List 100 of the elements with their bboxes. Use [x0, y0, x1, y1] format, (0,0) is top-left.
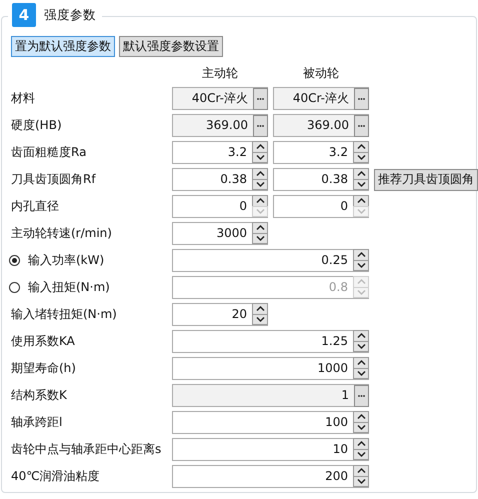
spin-down-button[interactable]: [252, 314, 268, 325]
picker-field[interactable]: 40Cr-淬火: [172, 87, 268, 110]
number-field[interactable]: 10: [172, 438, 369, 461]
field-label: 齿面粗糙度Ra: [11, 144, 88, 161]
picker-field[interactable]: 369.00: [273, 114, 369, 137]
number-field[interactable]: 1000: [172, 357, 369, 380]
spin-up-button[interactable]: [353, 357, 369, 368]
spin-down-button[interactable]: [353, 422, 369, 433]
spin-up-button[interactable]: [353, 330, 369, 342]
chevron-up-icon: [356, 171, 366, 176]
column-header: 被动轮: [302, 65, 340, 82]
spin-up-button[interactable]: [252, 303, 268, 314]
chevron-up-icon: [356, 360, 366, 366]
chevron-up-icon: [356, 468, 366, 474]
chevron-down-icon: [356, 208, 366, 214]
chevron-up-icon: [256, 225, 264, 230]
spin-up-button[interactable]: [252, 222, 268, 234]
field-label: 内孔直径: [11, 198, 60, 215]
picker-field[interactable]: 1: [172, 384, 369, 407]
picker-field[interactable]: 40Cr-淬火: [273, 87, 369, 110]
field-label: 使用系数KA: [11, 333, 76, 350]
toolbar-button[interactable]: 置为默认强度参数: [11, 36, 115, 57]
chevron-down-icon: [356, 344, 366, 349]
number-field[interactable]: 3.2: [172, 141, 268, 164]
spin-down-button[interactable]: [353, 340, 369, 352]
chevron-down-icon: [356, 290, 366, 295]
chevron-down-icon: [356, 182, 366, 187]
section-title: 强度参数: [44, 6, 96, 24]
chevron-up-icon: [356, 198, 366, 204]
field-label: 40℃润滑油粘度: [11, 468, 101, 485]
browse-button[interactable]: [354, 88, 369, 110]
radio-button[interactable]: [9, 255, 20, 266]
chevron-down-icon: [256, 236, 264, 241]
spin-up-button[interactable]: [353, 141, 369, 152]
field-label: 主动轮转速(r/min): [11, 225, 113, 242]
chevron-up-icon: [256, 144, 264, 150]
number-field[interactable]: 100: [172, 411, 369, 434]
spin-up-button[interactable]: [353, 438, 369, 450]
number-field[interactable]: 3000: [172, 222, 268, 245]
field-label: 轴承跨距l: [11, 414, 64, 431]
toolbar-button[interactable]: 默认强度参数设置: [119, 36, 223, 57]
chevron-down-icon: [356, 154, 366, 160]
number-field[interactable]: 0.38: [172, 168, 268, 191]
number-field[interactable]: 200: [172, 465, 369, 488]
chevron-up-icon: [356, 333, 366, 338]
field-label: 硬度(HB): [11, 117, 63, 134]
spin-up-button[interactable]: [353, 411, 369, 422]
spin-down-button[interactable]: [353, 368, 369, 379]
chevron-down-icon: [356, 370, 366, 376]
column-header: 主动轮: [201, 65, 239, 82]
browse-button[interactable]: [354, 115, 369, 137]
number-field[interactable]: 0.25: [172, 249, 369, 272]
radio-option[interactable]: 输入功率(kW): [9, 252, 167, 269]
spin-up-button[interactable]: [252, 141, 268, 152]
spin-up-button[interactable]: [353, 168, 369, 180]
chevron-up-icon: [356, 279, 366, 284]
browse-button[interactable]: [354, 385, 369, 407]
chevron-up-icon: [356, 144, 366, 150]
chevron-down-icon: [256, 208, 264, 214]
number-field[interactable]: 20: [172, 303, 268, 326]
chevron-up-icon: [356, 252, 366, 258]
spin-down-button[interactable]: [353, 260, 369, 271]
field-label: 输入堵转扭矩(N·m): [11, 306, 118, 323]
spin-down-button[interactable]: [353, 476, 369, 487]
browse-button[interactable]: [253, 88, 268, 110]
spin-down-button[interactable]: [353, 152, 369, 163]
browse-button[interactable]: [253, 115, 268, 137]
chevron-down-icon: [356, 478, 366, 484]
chevron-down-icon: [356, 452, 366, 457]
chevron-down-icon: [356, 424, 366, 430]
number-field[interactable]: 3.2: [273, 141, 369, 164]
spin-down-button[interactable]: [252, 232, 268, 244]
picker-field[interactable]: 369.00: [172, 114, 268, 137]
spin-down-button[interactable]: [252, 178, 268, 190]
spin-down-button[interactable]: [252, 152, 268, 163]
chevron-down-icon: [256, 316, 264, 322]
section-number-badge: 4: [12, 3, 36, 27]
field-label: 齿轮中点与轴承距中心距离s: [11, 441, 162, 458]
chevron-down-icon: [256, 182, 264, 187]
spin-up-button[interactable]: [353, 465, 369, 476]
chevron-up-icon: [356, 414, 366, 420]
number-field[interactable]: 0.38: [273, 168, 369, 191]
radio-label: 输入功率(kW): [28, 252, 104, 269]
chevron-up-icon: [256, 198, 264, 204]
field-label: 刀具齿顶圆角Rf: [11, 171, 97, 188]
radio-button[interactable]: [9, 282, 20, 293]
radio-label: 输入扭矩(N·m): [28, 279, 110, 296]
chevron-up-icon: [256, 306, 264, 312]
chevron-up-icon: [256, 171, 264, 176]
chevron-down-icon: [356, 262, 366, 268]
number-field[interactable]: 1.25: [172, 330, 369, 353]
spin-up-button[interactable]: [252, 168, 268, 180]
radio-option[interactable]: 输入扭矩(N·m): [9, 279, 167, 296]
spin-down-button[interactable]: [353, 178, 369, 190]
spin-up-button[interactable]: [353, 249, 369, 260]
recommend-button[interactable]: 推荐刀具齿顶圆角: [374, 168, 478, 190]
field-label: 期望寿命(h): [11, 360, 77, 377]
field-label: 结构系数K: [11, 387, 68, 404]
spin-down-button[interactable]: [353, 448, 369, 460]
chevron-up-icon: [356, 441, 366, 446]
